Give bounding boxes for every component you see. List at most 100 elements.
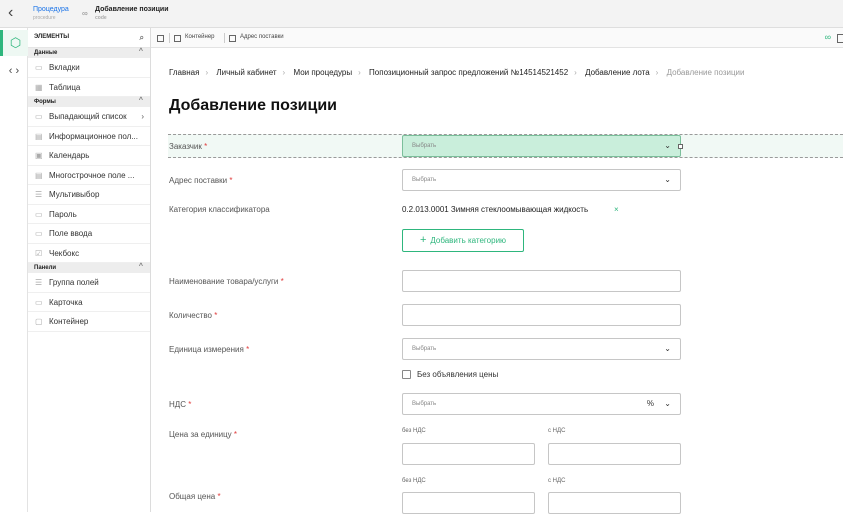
input-icon: ▭ bbox=[35, 229, 43, 238]
divider bbox=[169, 33, 170, 43]
field-box-icon bbox=[229, 35, 236, 42]
vat-select[interactable]: Выбрать % ⌄ bbox=[402, 393, 681, 415]
chevron-down-icon: ⌄ bbox=[664, 344, 671, 353]
sidebar-item-checkbox[interactable]: ☑ Чекбокс bbox=[28, 244, 150, 263]
group-data[interactable]: Данные ^ bbox=[28, 48, 150, 58]
remove-category-icon[interactable]: × bbox=[614, 205, 619, 214]
crumb-label: Процедура bbox=[33, 6, 69, 13]
sidebar-item-label: Вкладки bbox=[49, 63, 80, 72]
sidebar-item-label: Карточка bbox=[49, 297, 83, 307]
select-placeholder: Выбрать bbox=[412, 346, 437, 352]
top-bar: ‹ Процедура procedure ∞ Добавление позиц… bbox=[0, 0, 843, 28]
chevron-left-icon[interactable]: ‹ bbox=[8, 4, 13, 22]
sidebar-item-field-group[interactable]: ☰ Группа полей bbox=[28, 273, 150, 293]
plus-icon: + bbox=[419, 234, 427, 246]
breadcrumb-current: Добавление позиции bbox=[666, 68, 745, 77]
chevron-down-icon: ⌄ bbox=[664, 141, 671, 150]
container-icon: ▢ bbox=[35, 317, 43, 326]
chevron-down-icon: ⌄ bbox=[664, 399, 671, 408]
without-vat-caption: без НДС bbox=[402, 478, 426, 484]
resize-handle[interactable] bbox=[678, 144, 683, 149]
sidebar-item-label: Календарь bbox=[49, 151, 90, 160]
breadcrumb-item[interactable]: Добавление лота bbox=[585, 68, 650, 77]
name-input[interactable] bbox=[402, 270, 681, 292]
sidebar-header: ЭЛЕМЕНТЫ ⌕ bbox=[28, 28, 150, 48]
breadcrumb-item[interactable]: Личный кабинет bbox=[216, 68, 276, 77]
without-vat-caption: без НДС bbox=[402, 428, 426, 434]
link-icon[interactable]: ∞ bbox=[825, 32, 831, 42]
sidebar-item-label: Чекбокс bbox=[49, 248, 80, 258]
unit-select[interactable]: Выбрать ⌄ bbox=[402, 338, 681, 360]
crumb-sub: code bbox=[95, 15, 107, 21]
sidebar-item-table[interactable]: ▦ Таблица bbox=[28, 78, 150, 97]
sidebar-item-label: Контейнер bbox=[49, 317, 89, 326]
search-icon[interactable]: ⌕ bbox=[140, 33, 144, 43]
group-title: Формы bbox=[34, 99, 56, 105]
chevron-up-icon[interactable]: ^ bbox=[139, 97, 143, 104]
breadcrumb-current: Добавление позиции code bbox=[95, 6, 169, 22]
customer-select[interactable]: Выбрать ⌄ bbox=[402, 135, 681, 157]
chevron-up-icon[interactable]: ^ bbox=[139, 48, 143, 55]
page-title: Добавление позиции bbox=[169, 97, 337, 114]
sidebar-item-password[interactable]: ▭ Пароль bbox=[28, 205, 150, 224]
total-without-vat-input[interactable] bbox=[402, 492, 535, 514]
link-icon: ∞ bbox=[82, 9, 88, 18]
sidebar-item-card[interactable]: ▭ Карточка bbox=[28, 293, 150, 312]
password-icon: ▭ bbox=[35, 209, 43, 219]
no-price-label: Без объявления цены bbox=[417, 370, 499, 379]
elements-sidebar: ЭЛЕМЕНТЫ ⌕ Данные ^ ▭ Вкладки ▦ Таблица Фор… bbox=[28, 28, 151, 512]
sidebar-item-input[interactable]: ▭ Поле ввода bbox=[28, 224, 150, 244]
info-field-icon: ▤ bbox=[35, 131, 43, 141]
customer-label: Заказчик * bbox=[169, 142, 208, 151]
sidebar-item-calendar[interactable]: ▣ Календарь bbox=[28, 146, 150, 166]
root-box-icon[interactable] bbox=[157, 35, 164, 42]
sidebar-item-container[interactable]: ▢ Контейнер bbox=[28, 312, 150, 332]
group-title: Данные bbox=[34, 50, 58, 56]
group-panels[interactable]: Панели ^ bbox=[28, 263, 150, 273]
breadcrumb-item[interactable]: Попозиционный запрос предложений №145145… bbox=[369, 68, 568, 77]
unit-price-with-vat-input[interactable] bbox=[548, 443, 681, 465]
chevron-up-icon[interactable]: ^ bbox=[139, 263, 143, 270]
select-placeholder: Выбрать bbox=[412, 177, 437, 183]
panel-edge-icon bbox=[837, 34, 843, 43]
sidebar-item-label: Многострочное поле ... bbox=[49, 170, 135, 180]
add-category-button[interactable]: + Добавить категорию bbox=[402, 229, 524, 252]
quantity-input[interactable] bbox=[402, 304, 681, 326]
toolbar-container[interactable]: Контейнер bbox=[185, 34, 215, 40]
breadcrumb-item[interactable]: Главная bbox=[169, 68, 199, 77]
no-price-checkbox[interactable] bbox=[402, 370, 411, 379]
sidebar-item-textarea[interactable]: ▤ Многострочное поле ... bbox=[28, 166, 150, 185]
textarea-icon: ▤ bbox=[35, 170, 43, 180]
unit-price-label: Цена за единицу * bbox=[169, 430, 238, 439]
name-label: Наименование товара/услуги * bbox=[169, 277, 284, 286]
sidebar-item-label: Таблица bbox=[49, 82, 81, 92]
dropdown-icon: ▭ bbox=[35, 112, 43, 121]
address-select[interactable]: Выбрать ⌄ bbox=[402, 169, 681, 191]
checkbox-icon: ☑ bbox=[35, 248, 43, 258]
code-icon[interactable]: ‹ › bbox=[0, 65, 28, 77]
chevron-down-icon: ⌄ bbox=[664, 175, 671, 184]
total-with-vat-input[interactable] bbox=[548, 492, 681, 514]
unit-price-without-vat-input[interactable] bbox=[402, 443, 535, 465]
sidebar-item-label: Мультивыбор bbox=[49, 190, 100, 199]
total-price-label: Общая цена * bbox=[169, 492, 221, 501]
breadcrumb-item[interactable]: Мои процедуры bbox=[293, 68, 352, 77]
divider bbox=[224, 33, 225, 43]
sidebar-item-tabs[interactable]: ▭ Вкладки bbox=[28, 58, 150, 78]
puzzle-icon[interactable]: ⬡ bbox=[0, 30, 28, 56]
group-forms[interactable]: Формы ^ bbox=[28, 97, 150, 107]
unit-label: Единица измерения * bbox=[169, 345, 250, 354]
group-title: Панели bbox=[34, 265, 57, 271]
sidebar-item-label: Информационное пол... bbox=[49, 131, 138, 141]
with-vat-caption: с НДС bbox=[548, 428, 566, 434]
crumb-sub: procedure bbox=[33, 15, 56, 21]
toolbar-address[interactable]: Адрес поставки bbox=[240, 34, 284, 40]
sidebar-item-info-field[interactable]: ▤ Информационное пол... bbox=[28, 127, 150, 146]
container-box-icon bbox=[174, 35, 181, 42]
sidebar-item-dropdown[interactable]: ▭ Выпадающий список › bbox=[28, 107, 150, 127]
sidebar-item-multiselect[interactable]: ☰ Мультивыбор bbox=[28, 185, 150, 205]
multiselect-icon: ☰ bbox=[35, 190, 43, 199]
breadcrumb-procedure[interactable]: Процедура procedure bbox=[33, 6, 69, 22]
category-label: Категория классификатора bbox=[169, 205, 270, 214]
sidebar-item-label: Группа полей bbox=[49, 278, 99, 287]
